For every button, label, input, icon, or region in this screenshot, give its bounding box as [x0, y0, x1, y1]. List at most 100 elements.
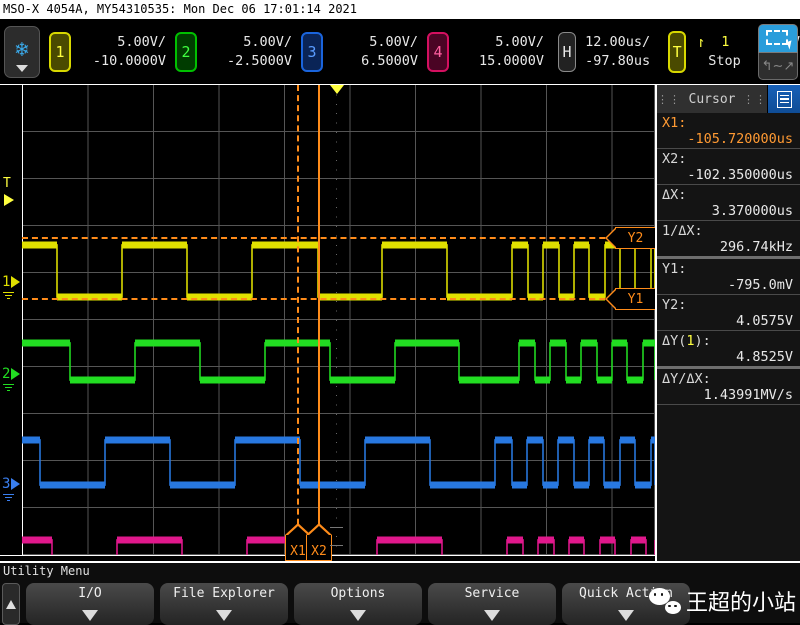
- chevron-down-icon: [16, 64, 28, 72]
- cursor-row[interactable]: Y1: -795.0mV: [657, 259, 800, 295]
- cursor-row-value: 296.74kHz: [719, 239, 793, 255]
- cursor-row-label: ΔY/ΔX:: [662, 371, 711, 387]
- channel-2-ground-marker[interactable]: 2: [2, 366, 21, 382]
- cursor-row-label: ΔY(1):: [662, 333, 711, 349]
- channel-2-scale: 5.00V/: [243, 33, 292, 50]
- channel-4-offset: 15.0000V: [478, 52, 544, 69]
- arrow-up-icon: [6, 599, 16, 609]
- cursor-row-value: -795.0mV: [727, 277, 793, 293]
- channel-3-badge[interactable]: 3: [301, 31, 323, 72]
- horizontal-values: 12.00us/ -97.80us: [585, 33, 650, 71]
- cursor-y2-line[interactable]: [22, 237, 655, 239]
- cursor-row-value: 3.370000us: [711, 203, 793, 219]
- trace-line: [22, 342, 655, 381]
- acquire-mode-button[interactable]: ❄: [4, 25, 40, 78]
- cursor-row-value: 1.43991MV/s: [703, 387, 793, 403]
- cursor-row-value: -102.350000us: [687, 167, 793, 183]
- channel-group-3[interactable]: 3 5.00V/ 6.5000V: [292, 31, 418, 72]
- channel-2-values: 5.00V/ -2.5000V: [206, 33, 292, 71]
- waveform-traces: [22, 241, 655, 555]
- channel-1-offset: -10.0000V: [92, 52, 166, 69]
- menu-button-options[interactable]: Options: [294, 583, 422, 625]
- cursor-row-label: ΔX:: [662, 187, 687, 203]
- utility-menu-title: Utility Menu: [3, 564, 90, 578]
- channel-3-scale: 5.00V/: [369, 33, 418, 50]
- cursor-row[interactable]: Y2: 4.0575V: [657, 295, 800, 331]
- waveform-navigate-icon[interactable]: ↰∼↗: [758, 53, 798, 80]
- menu-button-file-explorer[interactable]: File Explorer: [160, 583, 288, 625]
- channel-2-offset: -2.5000V: [226, 52, 292, 69]
- marquee-select-icon[interactable]: [758, 24, 798, 53]
- cursor-row[interactable]: ΔY(1): 4.8525V: [657, 331, 800, 369]
- drag-handle-right-icon[interactable]: ⋮⋮: [743, 94, 767, 105]
- cursor-row-label: 1/ΔX:: [662, 223, 703, 239]
- cursor-row-value: 4.0575V: [736, 313, 793, 329]
- waveform-display[interactable]: T 1 2 3 4 Y2 Y1 X1 X2: [0, 85, 655, 561]
- menu-button-service[interactable]: Service: [428, 583, 556, 625]
- channel-2-badge[interactable]: 2: [175, 31, 197, 72]
- cursor-x1-line[interactable]: [297, 85, 299, 555]
- chevron-down-icon: [484, 610, 500, 621]
- channel-2-ground-symbol: [3, 382, 14, 391]
- watermark-text: 王超的小站: [685, 591, 796, 616]
- channel-1-ground-label: 1: [2, 274, 11, 290]
- cursor-row[interactable]: ΔX: 3.370000us: [657, 185, 800, 221]
- channel-group-1[interactable]: 1 5.00V/ -10.0000V: [40, 31, 166, 72]
- cursor-panel: ⋮⋮ Cursor ⋮⋮ X1: -105.720000us X2: -102.350…: [655, 85, 800, 561]
- watermark: 王超的小站: [648, 585, 796, 617]
- cursor-row-label: Y1:: [662, 261, 687, 277]
- list-menu-icon[interactable]: [767, 85, 800, 113]
- menu-collapse-button[interactable]: [2, 583, 20, 625]
- channel-3-ground-marker[interactable]: 3: [2, 476, 21, 492]
- cursor-row[interactable]: ΔY/ΔX: 1.43991MV/s: [657, 369, 800, 405]
- cursor-y2-tag[interactable]: Y2: [605, 227, 655, 249]
- capture-buttons: ↰∼↗: [758, 24, 798, 80]
- channel-3-values: 5.00V/ 6.5000V: [332, 33, 418, 71]
- cursor-y1-tag[interactable]: Y1: [605, 288, 655, 310]
- trace-line: [22, 439, 655, 486]
- trace-line: [22, 539, 655, 555]
- channel-3-ground-label: 3: [2, 476, 11, 492]
- toolbar: ❄ 1 5.00V/ -10.0000V 2 5.00V/ -2.5000V 3…: [0, 19, 800, 85]
- cursor-panel-title: Cursor: [688, 91, 736, 107]
- channel-4-values: 5.00V/ 15.0000V: [458, 33, 544, 71]
- channel-group-4[interactable]: 4 5.00V/ 15.0000V: [418, 31, 544, 72]
- channel-4-scale: 5.00V/: [495, 33, 544, 50]
- cursor-row-label: Y2:: [662, 297, 687, 313]
- channel-3-ground-symbol: [3, 492, 14, 501]
- trace-glow: [22, 244, 655, 298]
- trigger-level-arrow[interactable]: [4, 194, 14, 206]
- cursor-panel-header[interactable]: ⋮⋮ Cursor ⋮⋮: [657, 85, 800, 113]
- cursor-row-value: 4.8525V: [736, 349, 793, 365]
- snowflake-icon: ❄: [14, 38, 30, 61]
- drag-handle-left-icon[interactable]: ⋮⋮: [657, 94, 681, 105]
- chevron-down-icon: [350, 610, 366, 621]
- cursor-row[interactable]: 1/ΔX: 296.74kHz: [657, 221, 800, 259]
- bottom-menu-bar: Utility Menu I/O File Explorer Options S…: [0, 561, 800, 625]
- trigger-badge[interactable]: T: [668, 30, 687, 73]
- horizontal-badge[interactable]: H: [558, 31, 577, 72]
- menu-button-io[interactable]: I/O: [26, 583, 154, 625]
- cursor-row-label: X2:: [662, 151, 687, 167]
- channel-1-values: 5.00V/ -10.0000V: [80, 33, 166, 71]
- trace-glow: [22, 439, 655, 486]
- cursor-x2-tag[interactable]: X2: [306, 523, 332, 561]
- channel-group-2[interactable]: 2 5.00V/ -2.5000V: [166, 31, 292, 72]
- cursor-x2-line[interactable]: [318, 85, 320, 555]
- cursor-row[interactable]: X2: -102.350000us: [657, 149, 800, 185]
- channel-1-ground-marker[interactable]: 1: [2, 274, 21, 290]
- chevron-down-icon: [618, 610, 634, 621]
- trigger-source: 1: [721, 33, 730, 50]
- timebase-delay: -97.80us: [585, 52, 651, 69]
- channel-4-badge[interactable]: 4: [427, 31, 449, 72]
- channel-1-badge[interactable]: 1: [49, 31, 71, 72]
- cursor-y1-line[interactable]: [22, 298, 655, 300]
- trace-glow: [22, 342, 655, 381]
- cursor-row[interactable]: X1: -105.720000us: [657, 113, 800, 149]
- channel-2-ground-label: 2: [2, 366, 11, 382]
- trigger-level-label: T: [3, 176, 11, 191]
- trace-line: [22, 244, 655, 298]
- rising-edge-icon: ↾: [696, 32, 706, 51]
- wechat-icon: [648, 588, 681, 614]
- cursor-row-value: -105.720000us: [687, 131, 793, 147]
